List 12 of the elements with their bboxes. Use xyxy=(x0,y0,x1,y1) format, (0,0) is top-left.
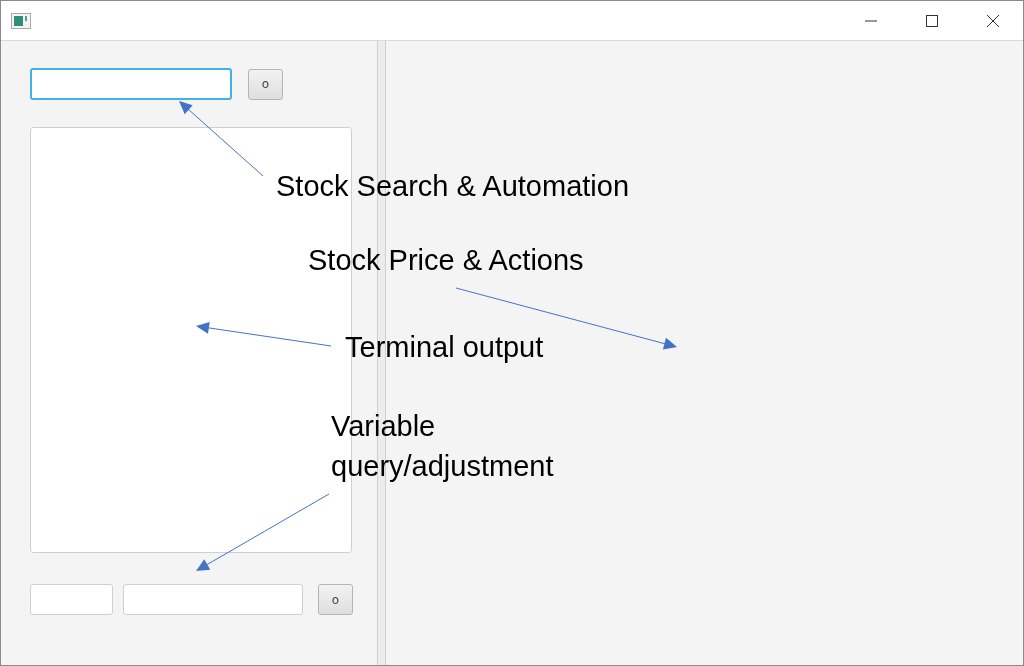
annotation-label: Stock Search & Automation xyxy=(276,169,631,204)
annotation-label: Variable query/adjustment xyxy=(331,409,555,484)
apply-button[interactable]: o xyxy=(318,584,353,615)
input-field[interactable] xyxy=(123,584,303,615)
maximize-icon xyxy=(925,14,938,27)
app-icon xyxy=(11,12,31,29)
input-field[interactable] xyxy=(30,584,113,615)
search-field[interactable] xyxy=(30,68,232,100)
close-icon xyxy=(986,14,999,27)
annotation-label: Terminal output xyxy=(345,330,545,365)
annotation-label: Stock Price & Actions xyxy=(308,243,585,278)
search-button[interactable]: o xyxy=(248,68,283,100)
